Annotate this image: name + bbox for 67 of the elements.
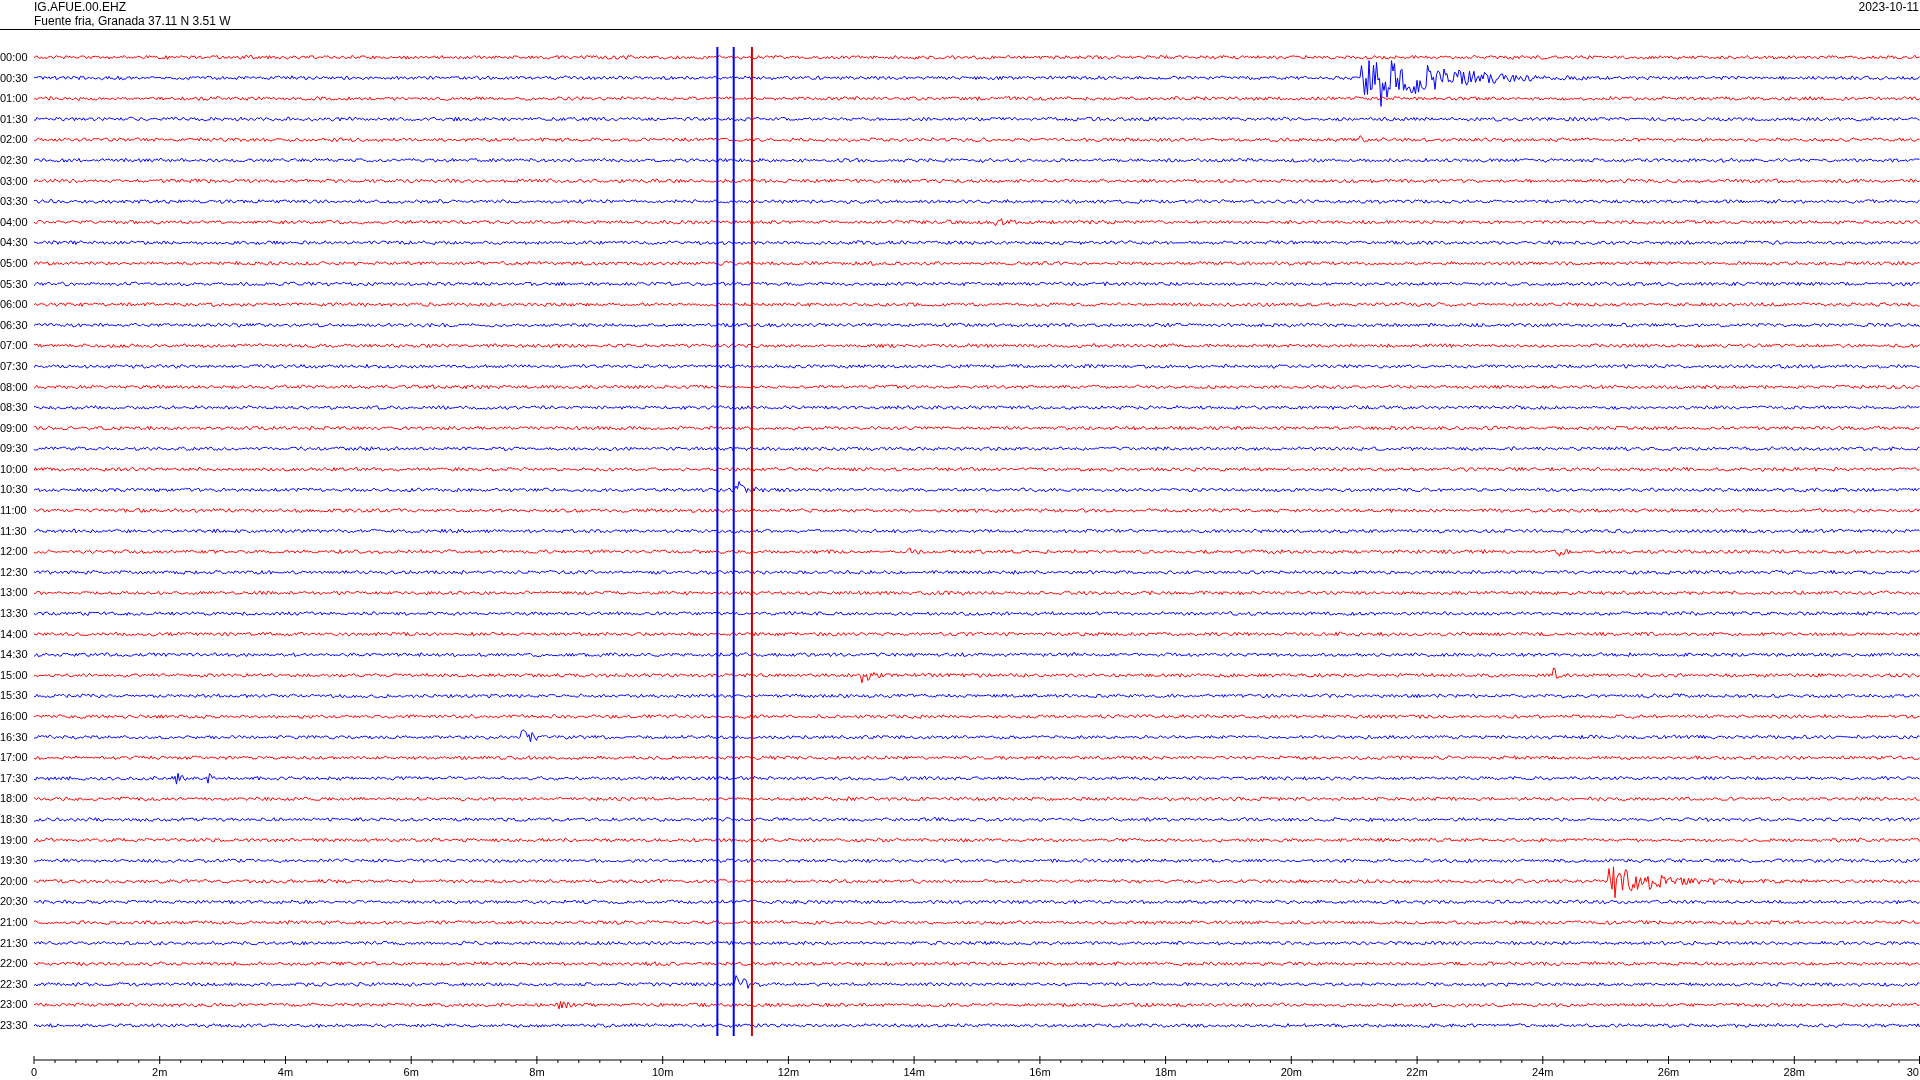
time-label: 15:30 <box>0 688 29 704</box>
tick-label: 20m <box>1280 1066 1303 1078</box>
tick-label: 16m <box>1029 1066 1051 1078</box>
time-label: 00:00 <box>0 50 29 65</box>
time-label: 14:00 <box>0 626 29 642</box>
tick-label: 18m <box>1154 1066 1177 1078</box>
time-label: 10:00 <box>0 461 29 477</box>
time-label: 05:00 <box>0 255 29 271</box>
time-label: 12:30 <box>0 564 29 580</box>
time-label: 14:30 <box>0 647 29 663</box>
tick-label: 8m <box>529 1066 545 1078</box>
time-label: 02:30 <box>0 152 29 168</box>
tick-label: 12m <box>777 1066 800 1078</box>
tick-label: 14m <box>903 1066 925 1078</box>
tick-label: 0 <box>30 1066 38 1078</box>
time-label: 19:00 <box>0 832 29 848</box>
time-label: 04:30 <box>0 235 29 251</box>
time-label: 13:00 <box>0 585 29 601</box>
time-label: 03:00 <box>0 173 29 189</box>
tick-label: 6m <box>403 1066 419 1078</box>
tick-label: 30 <box>1906 1066 1919 1078</box>
tick-label: 28m <box>1783 1066 1805 1078</box>
time-label: 09:00 <box>0 420 29 436</box>
station-code: IG.AFUE.00.EHZ <box>34 0 128 14</box>
time-label: 22:00 <box>0 956 29 972</box>
time-label: 00:30 <box>0 70 29 86</box>
time-label: 05:30 <box>0 276 29 292</box>
time-label: 03:30 <box>0 194 29 210</box>
time-label: 17:30 <box>0 770 29 786</box>
time-label: 16:00 <box>0 709 29 724</box>
time-label: 09:30 <box>0 441 29 457</box>
time-label: 07:00 <box>0 338 29 354</box>
station-location: Fuente fria, Granada 37.11 N 3.51 W <box>34 14 231 28</box>
time-label: 06:00 <box>0 297 29 313</box>
time-label: 23:30 <box>0 1017 29 1033</box>
date-label: 2023-10-11 <box>1858 0 1919 14</box>
time-label: 07:30 <box>0 358 29 374</box>
time-label: 10:30 <box>0 482 29 498</box>
time-label: 23:00 <box>0 997 29 1013</box>
time-label: 21:00 <box>0 914 29 930</box>
tick-label: 10m <box>651 1066 674 1078</box>
tick-label: 26m <box>1657 1066 1680 1078</box>
time-label: 11:30 <box>0 523 28 539</box>
time-label: 06:30 <box>0 317 29 333</box>
tick-label: 24m <box>1532 1066 1554 1078</box>
time-label: 13:30 <box>0 606 29 622</box>
time-label: 08:30 <box>0 400 29 416</box>
time-label: 18:30 <box>0 811 29 827</box>
time-label: 08:00 <box>0 379 29 395</box>
tick-label: 2m <box>152 1066 168 1078</box>
time-label: 01:30 <box>0 111 29 127</box>
time-label: 21:30 <box>0 935 29 951</box>
time-label: 11:00 <box>0 503 28 519</box>
time-label: 12:00 <box>0 544 29 560</box>
time-label: 15:00 <box>0 667 29 683</box>
time-label: 22:30 <box>0 976 29 992</box>
time-label: 17:00 <box>0 750 29 766</box>
time-label: 20:00 <box>0 873 29 889</box>
time-label: 19:30 <box>0 853 29 869</box>
time-label: 02:00 <box>0 132 29 148</box>
tick-label: 22m <box>1406 1066 1428 1078</box>
time-label: 20:30 <box>0 894 29 910</box>
time-label: 16:30 <box>0 729 29 745</box>
time-label: 18:00 <box>0 791 29 807</box>
time-label: 04:00 <box>0 214 29 230</box>
time-label: 01:00 <box>0 91 29 107</box>
tick-label: 4m <box>277 1066 294 1078</box>
